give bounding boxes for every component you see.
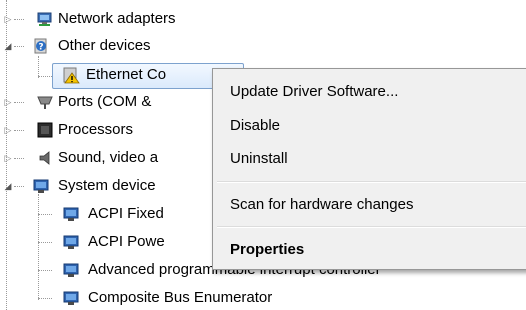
menu-item-update-driver[interactable]: Update Driver Software... <box>230 77 398 107</box>
expand-arrow-icon[interactable]: ▷ <box>2 147 14 169</box>
tree-item-label: ACPI Powe <box>88 233 165 250</box>
menu-item-disable[interactable]: Disable <box>230 111 280 141</box>
tree-item-system-devices[interactable]: ◢ System device <box>0 175 212 197</box>
tree-item-network-adapters[interactable]: ▷ Network adapters <box>0 8 200 30</box>
system-device-icon <box>63 263 79 277</box>
speaker-icon <box>39 151 50 165</box>
collapse-arrow-icon[interactable]: ◢ <box>2 35 14 57</box>
tree-item-label: System device <box>58 177 156 194</box>
tree-item-label: Ethernet Co <box>86 66 167 83</box>
tree-item-label: Composite Bus Enumerator <box>88 289 273 306</box>
port-icon <box>37 96 53 109</box>
tree-item-processors[interactable]: ▷ Processors <box>0 119 200 141</box>
menu-item-uninstall[interactable]: Uninstall <box>230 144 288 174</box>
menu-item-scan-hardware[interactable]: Scan for hardware changes <box>230 190 413 220</box>
tree-item-label: Network adapters <box>58 10 176 27</box>
context-menu: Update Driver Software... Disable Uninst… <box>212 68 526 270</box>
network-adapter-icon <box>37 12 52 26</box>
menu-separator <box>217 226 526 228</box>
system-device-icon <box>63 207 79 221</box>
tree-item-label: ACPI Fixed <box>88 205 164 222</box>
menu-separator <box>217 181 526 183</box>
system-device-icon <box>63 235 79 249</box>
system-device-icon <box>33 179 49 193</box>
processor-icon <box>37 122 53 138</box>
tree-item-acpi-power[interactable]: ACPI Powe <box>0 231 212 253</box>
system-device-icon <box>63 291 79 305</box>
tree-item-label: Ports (COM & <box>58 93 152 110</box>
collapse-arrow-icon[interactable]: ◢ <box>2 175 14 197</box>
svg-text:?: ? <box>38 43 43 53</box>
tree-item-sound-video[interactable]: ▷ Sound, video a <box>0 147 212 169</box>
tree-item-label: Other devices <box>58 37 151 54</box>
tree-item-composite-bus[interactable]: Composite Bus Enumerator <box>0 287 340 309</box>
expand-arrow-icon[interactable]: ▷ <box>2 91 14 113</box>
tree-item-label: Sound, video a <box>58 149 159 166</box>
expand-arrow-icon[interactable]: ▷ <box>2 119 14 141</box>
unknown-device-icon: ? <box>34 38 47 54</box>
tree-item-acpi-fixed[interactable]: ACPI Fixed <box>0 203 212 225</box>
tree-item-ports[interactable]: ▷ Ports (COM & <box>0 91 212 113</box>
tree-item-ethernet-controller[interactable]: Ethernet Co <box>0 64 240 86</box>
menu-item-properties[interactable]: Properties <box>230 235 304 265</box>
warning-device-icon <box>63 67 80 84</box>
expand-arrow-icon[interactable]: ▷ <box>2 8 14 30</box>
tree-item-other-devices[interactable]: ◢ ? Other devices <box>0 35 200 57</box>
tree-item-label: Processors <box>58 121 134 138</box>
